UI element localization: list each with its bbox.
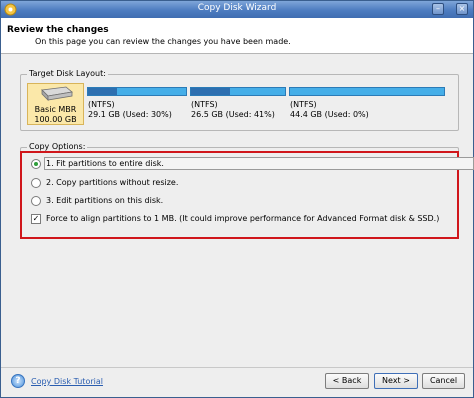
back-button[interactable]: < Back [325, 373, 369, 389]
wizard-header: Review the changes On this page you can … [1, 18, 473, 54]
title-bar[interactable]: Copy Disk Wizard – × [1, 1, 473, 18]
partition-filesystem: (NTFS) [88, 100, 115, 109]
radio-edit-partitions[interactable] [31, 196, 41, 206]
cancel-button[interactable]: Cancel [422, 373, 465, 389]
next-button[interactable]: Next > [374, 373, 418, 389]
partition-1[interactable]: (NTFS) 29.1 GB (Used: 30%) [87, 85, 187, 123]
partition-filesystem: (NTFS) [191, 100, 218, 109]
page-subtitle: On this page you can review the changes … [35, 37, 291, 46]
minimize-icon: – [436, 4, 440, 13]
minimize-button[interactable]: – [432, 3, 444, 15]
copy-options-label: Copy Options: [27, 142, 88, 151]
copy-disk-wizard-window: Copy Disk Wizard – × Review the changes … [0, 0, 474, 398]
partition-info: 29.1 GB (Used: 30%) [88, 110, 172, 119]
page-title: Review the changes [7, 25, 109, 35]
footer-divider [1, 367, 473, 368]
back-label: < Back [332, 376, 362, 385]
target-disk-layout-label: Target Disk Layout: [27, 69, 108, 78]
target-disk-card[interactable]: Basic MBR 100.00 GB [27, 83, 84, 125]
copy-disk-tutorial-link[interactable]: Copy Disk Tutorial [31, 377, 103, 386]
partition-usage-bar [289, 87, 445, 96]
option-label: Force to align partitions to 1 MB. (It c… [46, 214, 440, 223]
cancel-label: Cancel [429, 376, 458, 385]
close-button[interactable]: × [456, 3, 468, 15]
option-align-1mb[interactable]: ✓ Force to align partitions to 1 MB. (It… [31, 213, 451, 225]
align-checkbox[interactable]: ✓ [31, 214, 41, 224]
next-label: Next > [382, 376, 410, 385]
partition-used-fill [191, 88, 230, 95]
partition-info: 26.5 GB (Used: 41%) [191, 110, 275, 119]
partition-info: 44.4 GB (Used: 0%) [290, 110, 369, 119]
option-label: 3. Edit partitions on this disk. [46, 196, 164, 205]
partition-usage-bar [87, 87, 187, 96]
help-icon[interactable]: ? [11, 374, 25, 388]
radio-copy-without-resize[interactable] [31, 178, 41, 188]
partition-3[interactable]: (NTFS) 44.4 GB (Used: 0%) [289, 85, 445, 123]
window-title: Copy Disk Wizard [197, 3, 277, 13]
option-label: 2. Copy partitions without resize. [46, 178, 179, 187]
option-copy-without-resize[interactable]: 2. Copy partitions without resize. [31, 177, 331, 189]
close-icon: × [458, 4, 466, 13]
disk-type: Basic MBR [34, 105, 77, 114]
option-fit-partitions[interactable]: 1. Fit partitions to entire disk. [31, 157, 474, 170]
option-label: 1. Fit partitions to entire disk. [46, 159, 164, 168]
option-edit-partitions[interactable]: 3. Edit partitions on this disk. [31, 195, 331, 207]
disk-size: 100.00 GB [34, 115, 77, 124]
radio-fit-partitions[interactable] [31, 159, 41, 169]
partition-usage-bar [190, 87, 286, 96]
partition-used-fill [88, 88, 118, 95]
partition-filesystem: (NTFS) [290, 100, 317, 109]
partition-2[interactable]: (NTFS) 26.5 GB (Used: 41%) [190, 85, 286, 123]
hard-disk-icon [41, 86, 73, 101]
